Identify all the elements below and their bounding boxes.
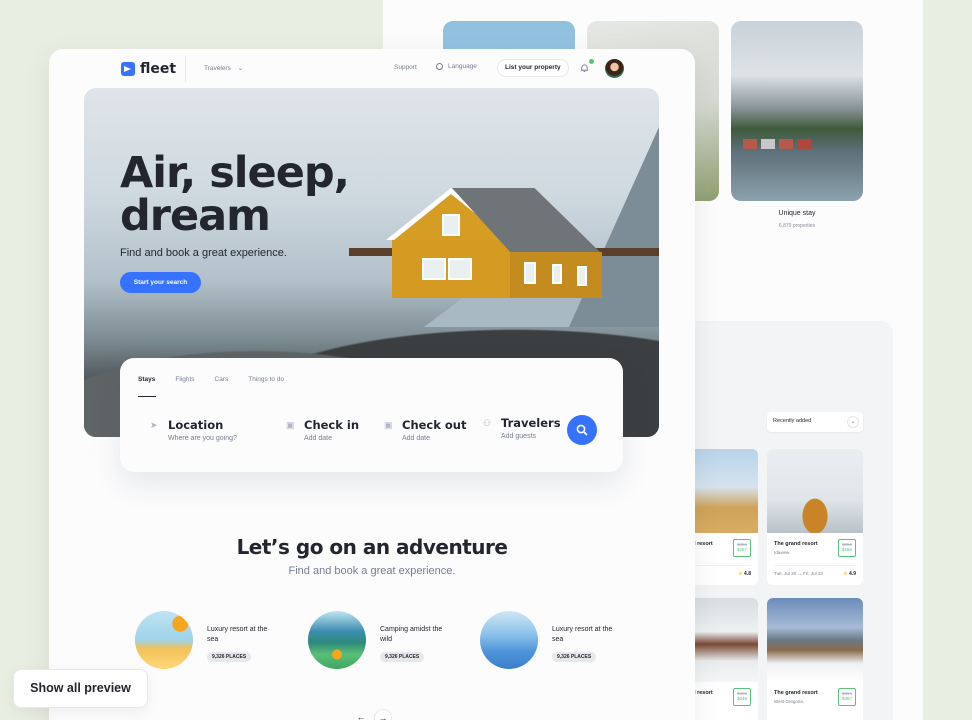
star-icon: ★ (843, 571, 848, 577)
brand-logo[interactable]: fleet (121, 61, 176, 77)
travelers-hint: Add guests (501, 433, 537, 440)
property-rating: ★ 4.8 (738, 571, 751, 577)
language-label: Language (448, 63, 477, 70)
show-all-preview-button[interactable]: Show all preview (13, 669, 148, 708)
chevron-down-icon: ⌄ (847, 416, 859, 428)
language-selector[interactable]: Language (436, 63, 477, 70)
arrow-left-icon[interactable]: ← (352, 709, 370, 720)
property-card[interactable]: The grand resort Idaview $356 $256 Tue, J… (767, 449, 863, 585)
tab-things-to-do[interactable]: Things to do (248, 376, 284, 383)
fleet-logo-icon (121, 62, 135, 76)
notification-dot (589, 59, 594, 64)
check-in-label: Check in (304, 418, 360, 432)
start-search-button[interactable]: Start your search (120, 272, 201, 293)
travelers-label: Travelers (501, 416, 561, 430)
search-tabs: Stays Flights Cars Things to do (138, 376, 304, 383)
hero-house-illustration (386, 188, 602, 298)
travelers-field[interactable]: ⚇ Travelers Add guests (483, 416, 561, 440)
property-price: $356 $367 (838, 688, 856, 706)
check-in-hint: Add date (304, 435, 333, 442)
arrow-right-icon[interactable]: → (374, 709, 392, 720)
carousel-pager: ← → (352, 709, 392, 720)
unique-stay-count: 6,879 properties (778, 223, 816, 229)
support-link[interactable]: Support (394, 64, 417, 71)
user-icon: ⚇ (483, 418, 492, 428)
section-subtitle: Find and book a great experience. (288, 565, 456, 577)
places-badge: 9,326 PLACES (380, 652, 425, 662)
places-badge: 9,326 PLACES (207, 652, 252, 662)
location-label: Location (168, 418, 224, 432)
property-name: The grand resort (774, 541, 818, 547)
check-in-field[interactable]: ▣ Check in Add date (286, 418, 359, 442)
category-name: Luxury resort at the sea (207, 626, 268, 643)
location-hint: Where are you going? (168, 435, 237, 442)
list-property-button[interactable]: List your property (497, 59, 569, 77)
property-dates: Tue, Jul 20 → Fri, Jul 23 (774, 571, 823, 576)
property-name: The grand resort (774, 690, 818, 696)
property-price: $356 $256 (838, 539, 856, 557)
tab-flights[interactable]: Flights (175, 376, 194, 383)
avatar[interactable] (605, 59, 624, 78)
calendar-icon: ▣ (384, 420, 393, 430)
sort-select[interactable]: Recently added ⌄ (767, 412, 863, 432)
camping-illustration-icon (308, 611, 366, 669)
location-field[interactable]: ➤ Location Where are you going? (150, 418, 237, 442)
search-icon (576, 424, 588, 436)
property-location: Idaview (774, 550, 790, 555)
tab-stays[interactable]: Stays (138, 376, 155, 383)
check-out-label: Check out (402, 418, 467, 432)
unique-stay-title: Unique stay (778, 210, 816, 217)
nav-divider (185, 56, 186, 82)
places-badge: 9,326 PLACES (552, 652, 597, 662)
tab-cars[interactable]: Cars (215, 376, 229, 383)
beach-illustration-icon (135, 611, 193, 669)
active-tab-indicator (138, 396, 156, 397)
star-icon: ★ (738, 571, 743, 577)
sort-select-value: Recently added (773, 418, 812, 424)
brand-name: fleet (140, 61, 177, 77)
unique-stay-image[interactable] (731, 21, 863, 201)
hero-title: Air, sleep, dream (120, 148, 350, 241)
homepage-preview: fleet Travelers ⌄ Support Language List … (49, 49, 695, 720)
property-location: West Gregoria (774, 699, 803, 704)
hero-subtitle: Find and book a great experience. (120, 247, 287, 259)
category-name: Luxury resort at the sea (552, 626, 613, 643)
globe-icon (436, 63, 443, 70)
check-out-hint: Add date (402, 435, 431, 442)
category-item[interactable]: Luxury resort at the sea 9,326 PLACES (480, 611, 616, 669)
location-arrow-icon: ➤ (150, 420, 158, 430)
travelers-dropdown[interactable]: Travelers ⌄ (204, 64, 243, 72)
chevron-down-icon: ⌄ (237, 65, 244, 72)
section-title: Let’s go on an adventure (236, 535, 508, 559)
forest-illustration-icon (480, 611, 538, 669)
category-item[interactable]: Camping amidst the wild 9,326 PLACES (308, 611, 444, 669)
property-card[interactable]: The grand resort West Gregoria $356 $367 (767, 598, 863, 720)
property-rating: ★ 4.9 (843, 571, 856, 577)
bell-icon[interactable] (580, 63, 589, 73)
search-panel: Stays Flights Cars Things to do ➤ Locati… (120, 358, 623, 472)
category-item[interactable]: Luxury resort at the sea 9,326 PLACES (135, 611, 271, 669)
calendar-icon: ▣ (286, 420, 295, 430)
property-price: $356 $267 (733, 539, 751, 557)
property-price: $356 $548 (733, 688, 751, 706)
category-name: Camping amidst the wild (380, 626, 443, 643)
search-button[interactable] (567, 415, 597, 445)
travelers-label: Travelers (204, 65, 231, 72)
check-out-field[interactable]: ▣ Check out Add date (384, 418, 466, 442)
